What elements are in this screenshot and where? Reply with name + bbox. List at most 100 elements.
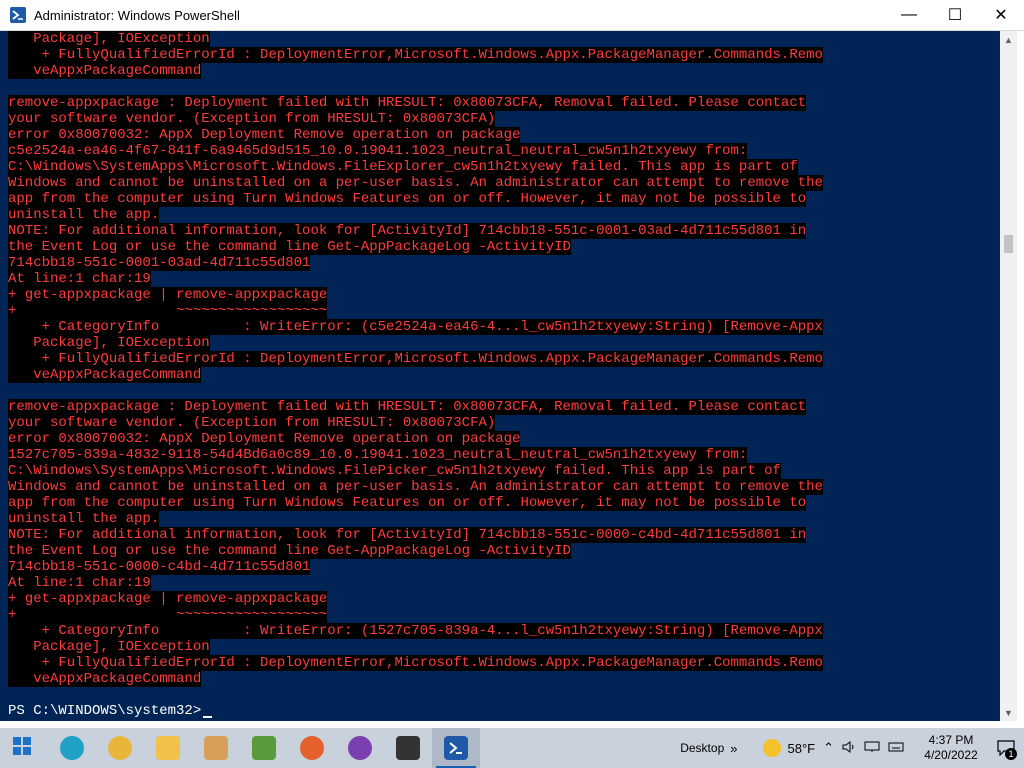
error-text: veAppxPackageCommand	[8, 63, 202, 79]
console-lines: Package], IOException + FullyQualifiedEr…	[8, 31, 823, 719]
console-line: At line:1 char:19	[8, 271, 823, 287]
console-line: the Event Log or use the command line Ge…	[8, 239, 823, 255]
photos-icon	[252, 736, 276, 760]
maximize-button[interactable]: ☐	[932, 0, 978, 30]
prompt-line[interactable]: PS C:\WINDOWS\system32>	[8, 703, 823, 719]
error-text: 1527c705-839a-4832-9118-54d4Bd6a0c89_10.…	[8, 447, 748, 463]
console-line: 714cbb18-551c-0001-03ad-4d711c55d801	[8, 255, 823, 271]
clock-time: 4:37 PM	[928, 733, 974, 747]
console-line: 714cbb18-551c-0000-c4bd-4d711c55d801	[8, 559, 823, 575]
error-text: your software vendor. (Exception from HR…	[8, 415, 496, 431]
console-line: 1527c705-839a-4832-9118-54d4Bd6a0c89_10.…	[8, 447, 823, 463]
window-title: Administrator: Windows PowerShell	[34, 7, 240, 23]
firefox-icon	[300, 736, 324, 760]
vertical-scrollbar[interactable]: ▲ ▼	[1000, 31, 1017, 721]
error-text: Package], IOException	[8, 31, 210, 47]
weather-temperature[interactable]: 58°F	[787, 741, 815, 756]
taskbar-chrome[interactable]	[96, 728, 144, 768]
taskbar-recorder[interactable]	[336, 728, 384, 768]
error-text: veAppxPackageCommand	[8, 671, 202, 687]
console-line: Package], IOException	[8, 31, 823, 47]
console-line: remove-appxpackage : Deployment failed w…	[8, 95, 823, 111]
console-line: your software vendor. (Exception from HR…	[8, 111, 823, 127]
console-output-area[interactable]: Package], IOException + FullyQualifiedEr…	[0, 31, 1000, 721]
console-line: + get-appxpackage | remove-appxpackage	[8, 287, 823, 303]
console-line: + ~~~~~~~~~~~~~~~~~~	[8, 303, 823, 319]
error-text: + FullyQualifiedErrorId : DeploymentErro…	[8, 47, 823, 63]
taskbar-paint[interactable]	[192, 728, 240, 768]
error-text: 714cbb18-551c-0001-03ad-4d711c55d801	[8, 255, 311, 271]
desktop-toolbar[interactable]: Desktop	[680, 741, 724, 755]
notification-badge: 1	[1005, 748, 1017, 760]
error-text: + FullyQualifiedErrorId : DeploymentErro…	[8, 655, 823, 671]
tray-caret-icon[interactable]: ⌃	[823, 740, 834, 756]
error-text: At line:1 char:19	[8, 575, 151, 591]
console-line: Package], IOException	[8, 639, 823, 655]
error-text: 714cbb18-551c-0000-c4bd-4d711c55d801	[8, 559, 311, 575]
error-text: + ~~~~~~~~~~~~~~~~~~	[8, 303, 328, 319]
window-border	[1017, 31, 1024, 721]
error-text: Windows and cannot be uninstalled on a p…	[8, 479, 823, 495]
console-line: + ~~~~~~~~~~~~~~~~~~	[8, 607, 823, 623]
clapper-icon	[396, 736, 420, 760]
console-line: app from the computer using Turn Windows…	[8, 191, 823, 207]
error-text: error 0x80070032: AppX Deployment Remove…	[8, 127, 521, 143]
taskbar-video-editor[interactable]	[384, 728, 432, 768]
console-line: + CategoryInfo : WriteError: (1527c705-8…	[8, 623, 823, 639]
minimize-button[interactable]: —	[886, 0, 932, 30]
taskbar-firefox[interactable]	[288, 728, 336, 768]
taskbar-powershell[interactable]	[432, 728, 480, 768]
window-title-bar[interactable]: Administrator: Windows PowerShell — ☐ ✕	[0, 0, 1024, 31]
error-text: the Event Log or use the command line Ge…	[8, 543, 571, 559]
keyboard-icon[interactable]	[888, 741, 904, 756]
chrome-icon	[108, 736, 132, 760]
taskbar-start-button[interactable]	[0, 728, 48, 768]
console-line: uninstall the app.	[8, 511, 823, 527]
error-text: c5e2524a-ea46-4f67-841f-6a9465d9d515_10.…	[8, 143, 748, 159]
console-line: C:\Windows\SystemApps\Microsoft.Windows.…	[8, 463, 823, 479]
error-text: + CategoryInfo : WriteError: (1527c705-8…	[8, 623, 823, 639]
console-line: Package], IOException	[8, 335, 823, 351]
error-text: Package], IOException	[8, 639, 210, 655]
error-text: veAppxPackageCommand	[8, 367, 202, 383]
edge-icon	[60, 736, 84, 760]
error-text: C:\Windows\SystemApps\Microsoft.Windows.…	[8, 159, 798, 175]
system-tray: Desktop » 58°F ⌃ 4:37 PM 4/20/2022 1	[680, 728, 1024, 768]
console-line: Windows and cannot be uninstalled on a p…	[8, 175, 823, 191]
speaker-icon[interactable]	[842, 740, 856, 756]
console-line: At line:1 char:19	[8, 575, 823, 591]
chevron-icon[interactable]: »	[730, 741, 737, 756]
console-line: + FullyQualifiedErrorId : DeploymentErro…	[8, 47, 823, 63]
error-text: the Event Log or use the command line Ge…	[8, 239, 571, 255]
prompt-text: PS C:\WINDOWS\system32>	[8, 703, 202, 719]
scroll-thumb[interactable]	[1004, 235, 1013, 253]
close-button[interactable]: ✕	[978, 0, 1024, 30]
console-line: your software vendor. (Exception from HR…	[8, 415, 823, 431]
paint-icon	[204, 736, 228, 760]
console-line: c5e2524a-ea46-4f67-841f-6a9465d9d515_10.…	[8, 143, 823, 159]
weather-sun-icon[interactable]	[763, 739, 782, 757]
console-line: veAppxPackageCommand	[8, 63, 823, 79]
notification-center-button[interactable]: 1	[988, 728, 1024, 768]
console-line: the Event Log or use the command line Ge…	[8, 543, 823, 559]
scroll-up-icon[interactable]: ▲	[1000, 31, 1017, 48]
taskbar: Desktop » 58°F ⌃ 4:37 PM 4/20/2022 1	[0, 728, 1024, 768]
console-line: + CategoryInfo : WriteError: (c5e2524a-e…	[8, 319, 823, 335]
console-line: NOTE: For additional information, look f…	[8, 223, 823, 239]
taskbar-edge[interactable]	[48, 728, 96, 768]
error-text: + ~~~~~~~~~~~~~~~~~~	[8, 607, 328, 623]
console-line: + get-appxpackage | remove-appxpackage	[8, 591, 823, 607]
scroll-down-icon[interactable]: ▼	[1000, 704, 1017, 721]
error-text: + get-appxpackage | remove-appxpackage	[8, 591, 328, 607]
taskbar-file-explorer[interactable]	[144, 728, 192, 768]
error-text: Windows and cannot be uninstalled on a p…	[8, 175, 823, 191]
taskbar-photos[interactable]	[240, 728, 288, 768]
error-text: uninstall the app.	[8, 511, 160, 527]
folder-icon	[156, 736, 180, 760]
clock[interactable]: 4:37 PM 4/20/2022	[914, 733, 988, 763]
powershell-icon	[10, 7, 26, 23]
error-text: Package], IOException	[8, 335, 210, 351]
network-icon[interactable]	[864, 741, 880, 756]
